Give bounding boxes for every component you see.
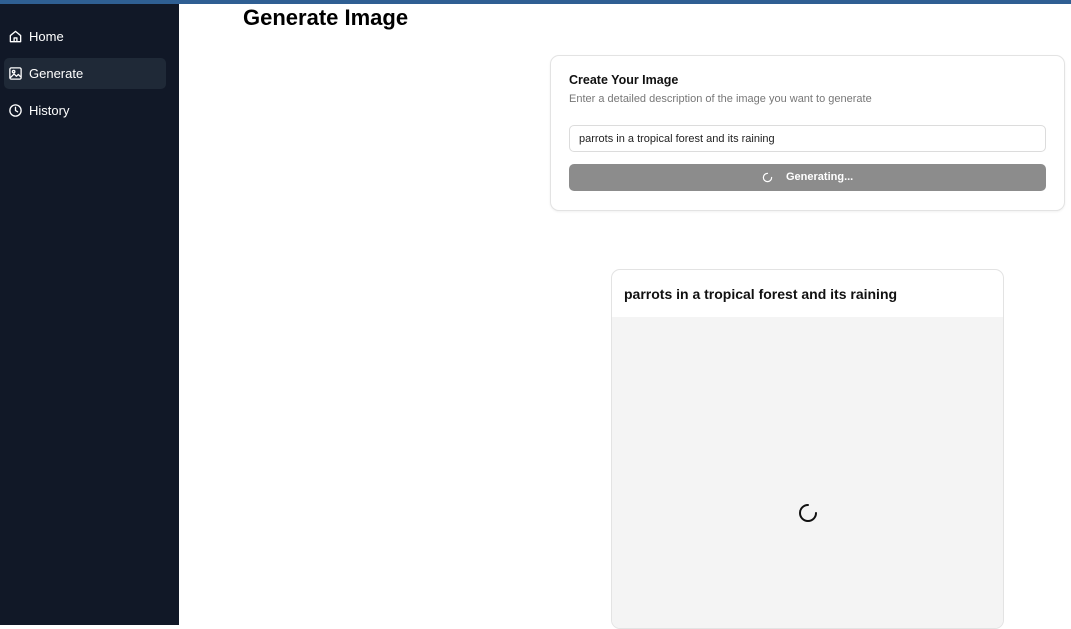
loading-spinner-icon	[799, 504, 817, 522]
clock-icon	[9, 104, 22, 117]
result-card: parrots in a tropical forest and its rai…	[611, 269, 1004, 629]
page-title: Generate Image	[243, 5, 409, 30]
home-icon	[9, 30, 22, 43]
create-image-card: Create Your Image Enter a detailed descr…	[550, 55, 1065, 211]
card-description: Enter a detailed description of the imag…	[569, 93, 872, 105]
sidebar: Home Generate History	[0, 4, 179, 625]
prompt-input[interactable]	[569, 125, 1046, 152]
image-icon	[9, 67, 22, 80]
result-title: parrots in a tropical forest and its rai…	[624, 286, 898, 302]
sidebar-item-home[interactable]: Home	[4, 21, 166, 52]
image-placeholder	[612, 317, 1003, 628]
generate-button-label: Generating...	[786, 171, 854, 183]
sidebar-item-history[interactable]: History	[4, 95, 166, 126]
sidebar-item-label: History	[29, 103, 70, 118]
card-title: Create Your Image	[569, 73, 679, 87]
generate-button[interactable]: Generating...	[569, 164, 1046, 191]
sidebar-item-label: Generate	[29, 66, 84, 81]
sidebar-item-generate[interactable]: Generate	[4, 58, 166, 89]
sidebar-item-label: Home	[29, 29, 64, 44]
spinner-icon	[762, 172, 773, 183]
